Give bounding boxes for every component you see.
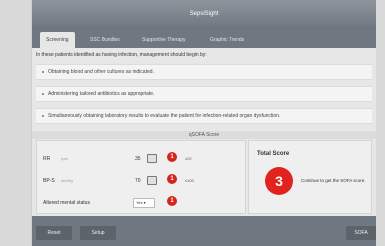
qsofa-heading: qSOFA Score: [32, 131, 376, 139]
bps-label: BP-S: [43, 178, 55, 184]
bps-value[interactable]: 70: [135, 178, 141, 184]
mental-score-badge: 1: [167, 196, 177, 206]
bullet-item: Obtaining blood and other cultures as in…: [36, 64, 372, 80]
tab-ssc-bundles[interactable]: SSC Bundles: [90, 32, 120, 48]
qsofa-row-rr: RR rpm 35 1 ≥22: [41, 151, 241, 167]
total-panel: Total Score 3 Continue to get the SOFA s…: [248, 140, 372, 214]
tab-supportive-therapy[interactable]: Supportive Therapy: [142, 32, 186, 48]
tab-bar: Screening SSC Bundles Supportive Therapy…: [32, 28, 376, 48]
bps-score-badge: 1: [167, 174, 177, 184]
bullet-text: Obtaining blood and other cultures as in…: [48, 69, 154, 75]
rr-threshold: ≥22: [185, 156, 192, 161]
qsofa-row-mental: Altered mental status Yes ▾ 1: [41, 195, 241, 211]
bullet-item: Administering tailored antibiotics as ap…: [36, 86, 372, 102]
intro-text: In these patients identified as having i…: [36, 52, 207, 58]
total-score: 3: [265, 167, 293, 195]
rr-label: RR: [43, 156, 51, 162]
qsofa-panel: RR rpm 35 1 ≥22 BP-S mmHg 70 1 ≤100 Alte…: [36, 140, 246, 214]
keypad-icon[interactable]: [147, 154, 157, 163]
mental-status-select[interactable]: Yes ▾: [133, 198, 155, 208]
total-message: Continue to get the SOFA score.: [301, 178, 366, 183]
app-window: SepsiSight Screening SSC Bundles Support…: [31, 0, 376, 246]
qsofa-row-bps: BP-S mmHg 70 1 ≤100: [41, 173, 241, 189]
bps-threshold: ≤100: [185, 178, 194, 183]
bullet-text: Simultaneously obtaining laboratory resu…: [48, 113, 281, 119]
bullet-icon: [42, 92, 44, 95]
app-title: SepsiSight: [32, 0, 376, 28]
footer-bar: Reset Setup SOFA: [32, 216, 376, 246]
mental-label: Altered mental status: [43, 200, 90, 206]
bullet-icon: [42, 114, 44, 117]
sofa-button[interactable]: SOFA: [346, 226, 376, 240]
setup-button[interactable]: Setup: [80, 226, 116, 240]
bullet-item: Simultaneously obtaining laboratory resu…: [36, 108, 372, 124]
tab-graphic-trends[interactable]: Graphic Trends: [210, 32, 244, 48]
rr-score-badge: 1: [167, 152, 177, 162]
bullet-text: Administering tailored antibiotics as ap…: [48, 91, 155, 97]
tab-screening[interactable]: Screening: [40, 32, 75, 48]
bullet-icon: [42, 70, 44, 73]
reset-button[interactable]: Reset: [36, 226, 72, 240]
total-title: Total Score: [257, 151, 290, 157]
bps-unit: mmHg: [61, 178, 73, 183]
keypad-icon[interactable]: [147, 176, 157, 185]
mental-value: Yes: [136, 200, 143, 205]
rr-value[interactable]: 35: [135, 156, 141, 162]
rr-unit: rpm: [61, 156, 68, 161]
